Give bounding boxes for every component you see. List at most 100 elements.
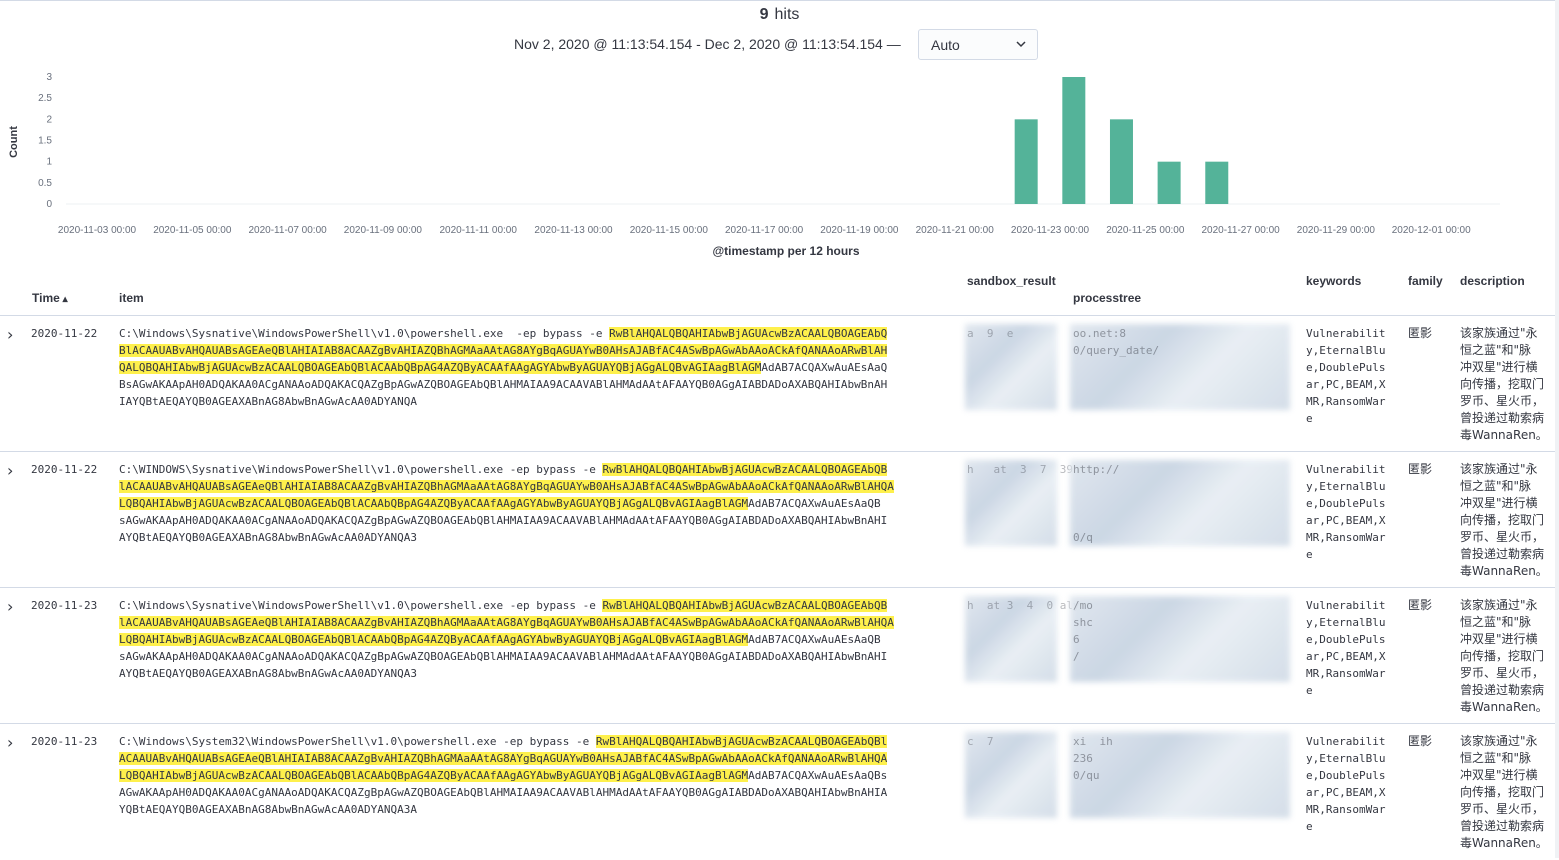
search-highlight: LQBQAHIAbwBjAGUAcwBzACAALQBOAGEAbQBlACAA… bbox=[119, 769, 749, 782]
y-tick-label: 0.5 bbox=[38, 178, 52, 189]
item-line: C:\Windows\Sysnative\WindowsPowerShell\v… bbox=[119, 597, 894, 614]
x-tick-label: 2020-11-11 00:00 bbox=[439, 225, 517, 236]
histogram-bar[interactable] bbox=[1205, 161, 1229, 204]
scrollbar[interactable] bbox=[1555, 0, 1559, 858]
y-tick-label: 1.5 bbox=[38, 136, 52, 147]
x-tick-label: 2020-11-21 00:00 bbox=[916, 225, 995, 236]
histogram-bar[interactable] bbox=[1062, 77, 1086, 204]
item-line: LQBQAHIAbwBjAGUAcwBzACAALQBOAGEAbQBlACAA… bbox=[119, 495, 894, 512]
x-tick-label: 2020-11-19 00:00 bbox=[820, 225, 899, 236]
x-tick-label: 2020-12-01 00:00 bbox=[1392, 225, 1471, 236]
row-description: 该家族通过"永 恒之蓝"和"脉 冲双星"进行横 向传播，挖取门 罗币、星火币， … bbox=[1460, 598, 1548, 714]
item-text: C:\Windows\Sysnative\WindowsPowerShell\v… bbox=[119, 599, 603, 612]
item-line: QALQBQAHIAbwBjAGUAcwBzACAALQBOAGEAbQBlAC… bbox=[119, 359, 887, 376]
histogram-bar[interactable] bbox=[1109, 119, 1133, 204]
expand-row-icon[interactable]: › bbox=[7, 733, 13, 752]
y-axis-label: Count bbox=[8, 126, 20, 158]
column-header-description[interactable]: description bbox=[1460, 274, 1525, 288]
row-item: C:\Windows\Sysnative\WindowsPowerShell\v… bbox=[119, 325, 888, 410]
item-line: AYQBtAEQAYQB0AGEAXABnAG8AbwBnAGwAcAA0ADY… bbox=[119, 529, 894, 546]
histogram-bar[interactable] bbox=[1014, 119, 1038, 204]
table-row[interactable]: › 2020-11-22 C:\Windows\Sysnative\WindowsP… bbox=[0, 315, 1555, 452]
item-text: YQBtAEQAYQB0AGEAXABnAG8AbwBnAGwAcAA0ADYA… bbox=[119, 803, 418, 816]
hits-count: 9 bbox=[759, 6, 769, 23]
row-item: C:\WINDOWS\Sysnative\WindowsPowerShell\v… bbox=[119, 461, 894, 546]
column-header-label: family bbox=[1408, 274, 1443, 288]
item-line: AGwAKAApAH0ADQAKAA0ACgANAAoADQAKACQAZgBp… bbox=[119, 784, 887, 801]
column-header-time[interactable]: Time ▴ bbox=[32, 291, 68, 305]
column-header-processtree[interactable]: processtree bbox=[1073, 291, 1141, 305]
item-line: IAYQBtAEQAYQB0AGEAXABnAG8AbwBnAGwAcAA0AD… bbox=[119, 393, 887, 410]
column-header-keywords[interactable]: keywords bbox=[1306, 274, 1361, 288]
expand-row-icon[interactable]: › bbox=[7, 325, 13, 344]
table-row[interactable]: › 2020-11-22 C:\WINDOWS\Sysnative\WindowsP… bbox=[0, 451, 1555, 588]
column-header-label: processtree bbox=[1073, 291, 1142, 305]
item-line: LQBQAHIAbwBjAGUAcwBzACAALQBOAGEAbQBlACAA… bbox=[119, 767, 887, 784]
expand-row-icon[interactable]: › bbox=[7, 597, 13, 616]
row-sandbox-result: c 7 bbox=[967, 735, 994, 748]
search-highlight: LQBQAHIAbwBjAGUAcwBzACAALQBOAGEAbQBlACAA… bbox=[119, 633, 749, 646]
item-line: ACAAUABvAHQAUABsAGEAeQBlAHIAIAB8ACAAZgBv… bbox=[119, 750, 888, 767]
y-tick-label: 3 bbox=[46, 72, 52, 83]
search-highlight: LQBQAHIAbwBjAGUAcwBzACAALQBOAGEAbQBlACAA… bbox=[119, 497, 749, 510]
item-text: C:\Windows\System32\WindowsPowerShell\v1… bbox=[119, 735, 596, 748]
x-tick-label: 2020-11-07 00:00 bbox=[248, 225, 327, 236]
time-range: Nov 2, 2020 @ 11:13:54.154 - Dec 2, 2020… bbox=[514, 36, 901, 52]
row-family: 匿影 bbox=[1408, 734, 1433, 748]
x-tick-label: 2020-11-03 00:00 bbox=[58, 225, 137, 236]
table-row[interactable]: › 2020-11-23 C:\Windows\Sysnative\WindowsP… bbox=[0, 587, 1555, 724]
row-keywords: Vulnerabilit y,EternalBlu e,DoublePuls a… bbox=[1306, 735, 1386, 833]
search-highlight: RwBlAHQALQBQAHIAbwBjAGUAcwBzACAALQBOAGEA… bbox=[602, 463, 888, 476]
x-tick-label: 2020-11-05 00:00 bbox=[153, 225, 232, 236]
column-header-sandbox-result[interactable]: sandbox_result bbox=[967, 274, 1056, 288]
interval-value: Auto bbox=[931, 37, 960, 53]
row-time: 2020-11-23 bbox=[31, 599, 98, 612]
item-line: lACAAUABvAHQAUABsAGEAeQBlAHIAIAB8ACAAZgB… bbox=[119, 478, 894, 495]
search-highlight: QALQBQAHIAbwBjAGUAcwBzACAALQBOAGEAbQBlAC… bbox=[119, 361, 762, 374]
x-tick-label: 2020-11-13 00:00 bbox=[534, 225, 613, 236]
row-time: 2020-11-22 bbox=[31, 463, 98, 476]
hits-label: hits bbox=[774, 6, 800, 23]
table-row[interactable]: › 2020-11-23 C:\Windows\System32\WindowsPo… bbox=[0, 723, 1555, 860]
column-header-label: Time bbox=[32, 291, 60, 305]
item-text: AdAB7ACQAXwAuAEsAaQB bbox=[748, 497, 881, 510]
y-tick-label: 1 bbox=[46, 157, 52, 168]
item-line: C:\Windows\System32\WindowsPowerShell\v1… bbox=[119, 733, 888, 750]
item-text: sAGwAKAApAH0ADQAKAA0ACgANAAoADQAKACQAZgB… bbox=[119, 650, 888, 663]
column-header-label: description bbox=[1460, 274, 1525, 288]
hits-summary: 9 hits bbox=[0, 6, 1559, 24]
item-line: lACAAUABvAHQAUABsAGEAeQBlAHIAIAB8ACAAZgB… bbox=[119, 614, 894, 631]
expand-row-icon[interactable]: › bbox=[7, 461, 13, 480]
histogram-bar[interactable] bbox=[1157, 161, 1181, 204]
row-item: C:\Windows\System32\WindowsPowerShell\v1… bbox=[119, 733, 888, 818]
histogram-chart[interactable]: 0 0.5 1 1.5 2 2.5 3 Count 2020-11-03 00:00 2020-1… bbox=[0, 66, 1540, 266]
item-text: AdAB7ACQAXwAuAEsAaQB bbox=[748, 633, 881, 646]
column-header-label: keywords bbox=[1306, 274, 1362, 288]
item-line: sAGwAKAApAH0ADQAKAA0ACgANAAoADQAKACQAZgB… bbox=[119, 512, 894, 529]
row-time: 2020-11-22 bbox=[31, 327, 98, 340]
row-description: 该家族通过"永 恒之蓝"和"脉 冲双星"进行横 向传播，挖取门 罗币、星火币， … bbox=[1460, 326, 1548, 442]
row-time: 2020-11-23 bbox=[31, 735, 98, 748]
row-processtree: /mo shc 6 / bbox=[1073, 599, 1093, 663]
x-tick-label: 2020-11-27 00:00 bbox=[1201, 225, 1280, 236]
row-keywords: Vulnerabilit y,EternalBlu e,DoublePuls a… bbox=[1306, 463, 1386, 561]
column-header-label: sandbox_result bbox=[967, 274, 1056, 288]
item-text: AGwAKAApAH0ADQAKAA0ACgANAAoADQAKACQAZgBp… bbox=[119, 786, 888, 799]
item-text: AdAB7ACQAXwAuAEsAaQBs bbox=[748, 769, 888, 782]
row-family: 匿影 bbox=[1408, 462, 1433, 476]
row-processtree: xi ih 236 0/qu bbox=[1073, 735, 1113, 782]
item-text: C:\WINDOWS\Sysnative\WindowsPowerShell\v… bbox=[119, 463, 603, 476]
x-tick-label: 2020-11-25 00:00 bbox=[1106, 225, 1185, 236]
y-tick-label: 0 bbox=[46, 199, 52, 210]
sort-ascending-icon[interactable]: ▴ bbox=[60, 294, 68, 305]
row-processtree-redacted bbox=[1070, 596, 1290, 682]
y-tick-label: 2.5 bbox=[38, 93, 52, 104]
row-processtree: oo.net:8 0/query_date/ bbox=[1073, 327, 1160, 357]
interval-select[interactable]: Auto bbox=[918, 29, 1038, 60]
item-text: BsAGwAKAApAH0ADQAKAA0ACgANAAoADQAKACQAZg… bbox=[119, 378, 888, 391]
row-description: 该家族通过"永 恒之蓝"和"脉 冲双星"进行横 向传播，挖取门 罗币、星火币， … bbox=[1460, 462, 1548, 578]
column-header-family[interactable]: family bbox=[1408, 274, 1443, 288]
item-text: C:\Windows\Sysnative\WindowsPowerShell\v… bbox=[119, 327, 610, 340]
column-header-item[interactable]: item bbox=[119, 291, 144, 305]
row-keywords: Vulnerabilit y,EternalBlu e,DoublePuls a… bbox=[1306, 327, 1386, 425]
